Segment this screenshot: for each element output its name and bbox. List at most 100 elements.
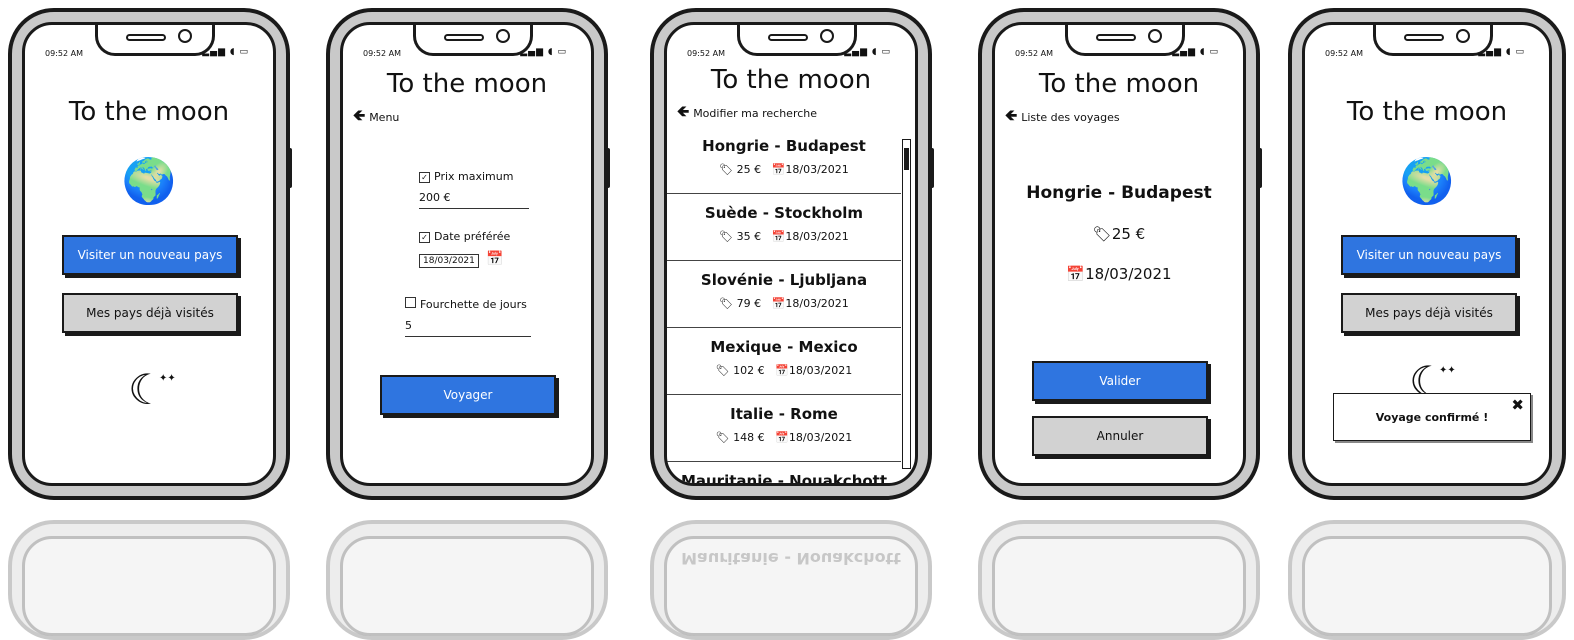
trip-name: Mauritanie - Nouakchott (680, 472, 888, 486)
signal-wifi-battery-icon: ▂▄▆ ◖ ▭ (1478, 47, 1525, 57)
back-label: Menu (369, 111, 400, 124)
visit-new-country-button[interactable]: Visiter un nouveau pays (1341, 235, 1517, 275)
trip-item[interactable]: Mauritanie - Nouakchott (667, 462, 901, 486)
phone-notch (737, 25, 857, 56)
price-value: 25 € (1111, 225, 1146, 243)
price-tag-icon: 🏷 (715, 364, 730, 377)
trip-name: Suède - Stockholm (704, 204, 864, 222)
side-button (1256, 148, 1262, 188)
price-tag-icon: 🏷 (1092, 225, 1112, 243)
date-value: 18/03/2021 (1085, 265, 1172, 283)
side-button (604, 148, 610, 188)
speaker-icon (768, 34, 808, 41)
screen-reflection (340, 536, 594, 636)
speaker-icon (126, 34, 166, 41)
signal-wifi-battery-icon: ▂▄▆ ◖ ▭ (844, 47, 891, 57)
travel-button[interactable]: Voyager (380, 375, 556, 415)
cancel-button[interactable]: Annuler (1032, 416, 1208, 456)
preferred-date-input[interactable]: 18/03/2021 (419, 254, 479, 268)
side-button (928, 148, 934, 188)
camera-icon (496, 29, 510, 43)
stars-icon: ✦✦ (1439, 365, 1456, 376)
back-label: Modifier ma recherche (693, 107, 818, 120)
visited-countries-button[interactable]: Mes pays déjà visités (62, 293, 238, 333)
trip-date: 18/03/2021 (788, 364, 853, 377)
max-price-label: Prix maximum (434, 170, 514, 183)
preferred-date-label: Date préférée (434, 230, 511, 243)
phone-notch (95, 25, 215, 56)
max-price-field: ✓ Prix maximum 200 € (419, 170, 529, 209)
max-price-input[interactable]: 200 € (419, 191, 529, 209)
back-arrow-icon: 🡸 (1005, 106, 1018, 124)
trip-price: 102 € (733, 364, 765, 377)
trip-item[interactable]: Suède - Stockholm 🏷 35 € 📅18/03/2021 (667, 194, 901, 261)
trip-name: Hongrie - Budapest (702, 137, 866, 155)
confirm-button[interactable]: Valider (1032, 361, 1208, 401)
trip-date: 18/03/2021 (785, 230, 849, 243)
phone-screen: 09:52 AM ▂▄▆ ◖ ▭ To the moon 🌍 Visiter u… (22, 22, 276, 486)
price-tag-icon: 🏷 (719, 230, 734, 243)
calendar-icon: 📅 (771, 163, 786, 176)
trip-list-scrollbar[interactable] (902, 139, 911, 469)
preferred-date-field: ✓ Date préférée 18/03/2021 📅 (419, 230, 539, 268)
calendar-icon: 📅 (771, 230, 786, 243)
speaker-icon (444, 34, 484, 41)
back-link-menu[interactable]: 🡸 Menu (353, 105, 399, 130)
calendar-picker-icon[interactable]: 📅 (486, 251, 503, 267)
day-range-checkbox[interactable] (405, 297, 416, 308)
back-link-modify-search[interactable]: 🡸 Modifier ma recherche (677, 101, 817, 126)
calendar-icon: 📅 (771, 297, 786, 310)
status-time: 09:52 AM (1325, 49, 1363, 58)
day-range-field: Fourchette de jours 5 (405, 297, 531, 337)
speaker-icon (1404, 34, 1444, 41)
trip-item[interactable]: Mexique - Mexico 🏷 102 € 📅18/03/2021 (667, 328, 901, 395)
price-tag-icon: 🏷 (719, 297, 734, 310)
camera-icon (1148, 29, 1162, 43)
phone-screen: 09:52 AM ▂▄▆ ◖ ▭ To the moon 🌍 Visiter u… (1302, 22, 1552, 486)
trip-price: 25 € (736, 163, 762, 176)
calendar-icon: 📅 (1066, 265, 1086, 283)
screen-reflection (1302, 536, 1552, 636)
calendar-icon: 📅 (775, 364, 789, 377)
scroll-thumb[interactable] (904, 148, 909, 170)
app-title: To the moon (710, 65, 872, 95)
back-arrow-icon: 🡸 (677, 102, 690, 120)
status-time: 09:52 AM (1015, 49, 1053, 58)
signal-wifi-battery-icon: ▂▄▆ ◖ ▭ (1172, 47, 1219, 57)
trip-date: 18/03/2021 (788, 431, 853, 444)
status-time: 09:52 AM (363, 49, 401, 58)
trip-item[interactable]: Italie - Rome 🏷 148 € 📅18/03/2021 (667, 395, 901, 462)
app-title: To the moon (1038, 69, 1200, 99)
price-tag-icon: 🏷 (719, 163, 734, 176)
price-tag-icon: 🏷 (715, 431, 730, 444)
signal-wifi-battery-icon: ▂▄▆ ◖ ▭ (520, 47, 567, 57)
side-button (286, 148, 292, 188)
visited-countries-button[interactable]: Mes pays déjà visités (1341, 293, 1517, 333)
visit-new-country-button[interactable]: Visiter un nouveau pays (62, 235, 238, 275)
camera-icon (178, 29, 192, 43)
status-time: 09:52 AM (687, 49, 725, 58)
trip-name: Slovénie - Ljubljana (700, 271, 868, 289)
confirmation-toast: Voyage confirmé ! ✖ (1333, 393, 1531, 441)
back-arrow-icon: 🡸 (353, 106, 366, 124)
preferred-date-checkbox[interactable]: ✓ (419, 232, 430, 243)
trip-item[interactable]: Slovénie - Ljubljana 🏷 79 € 📅18/03/2021 (667, 261, 901, 328)
reflected-trip-name: Mauritanie - Nouakchott (681, 549, 901, 568)
close-icon[interactable]: ✖ (1511, 396, 1524, 414)
trip-item[interactable]: Hongrie - Budapest 🏷 25 € 📅18/03/2021 (667, 127, 901, 194)
back-link-trip-list[interactable]: 🡸 Liste des voyages (1005, 105, 1120, 130)
camera-icon (820, 29, 834, 43)
max-price-checkbox[interactable]: ✓ (419, 172, 430, 183)
trip-price: 148 € (733, 431, 765, 444)
phone-notch (413, 25, 533, 56)
trip-name: Mexique - Mexico (710, 338, 858, 356)
phone-notch (1065, 25, 1185, 56)
status-time: 09:52 AM (45, 49, 83, 58)
trip-price: 35 € (736, 230, 762, 243)
day-range-input[interactable]: 5 (405, 319, 531, 337)
phone-notch (1373, 25, 1493, 56)
trip-date: 18/03/2021 (785, 163, 849, 176)
screen-reflection: Mauritanie - Nouakchott (664, 536, 918, 636)
phone-screen: 09:52 AM ▂▄▆ ◖ ▭ To the moon 🡸 Menu ✓ Pri… (340, 22, 594, 486)
trip-date: 18/03/2021 (785, 297, 849, 310)
